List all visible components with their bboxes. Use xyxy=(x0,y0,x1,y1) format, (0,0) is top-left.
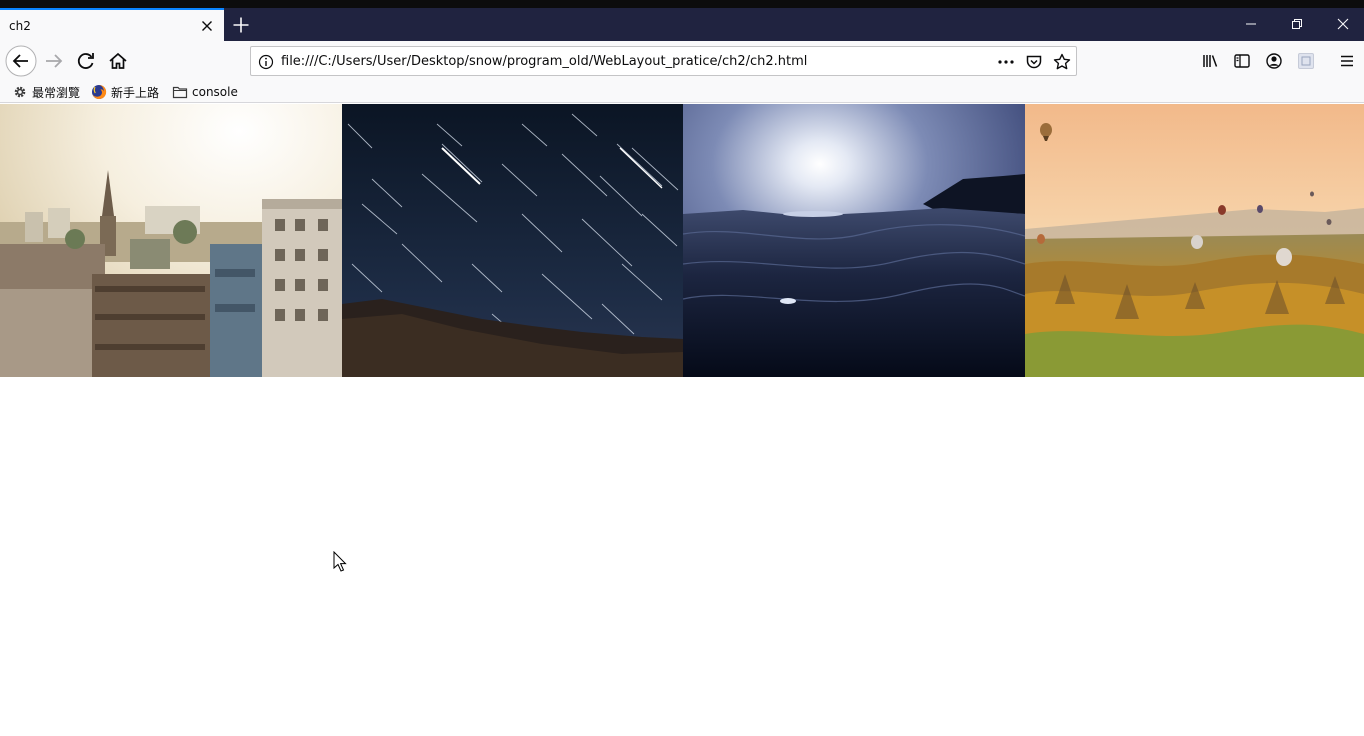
tab-bar: ch2 xyxy=(0,8,1364,41)
photo-star-trails xyxy=(342,104,683,377)
firefox-icon xyxy=(92,84,107,99)
photo-ocean-moon xyxy=(683,104,1025,377)
tab-ch2[interactable]: ch2 xyxy=(0,8,224,41)
folder-icon xyxy=(172,86,188,99)
restore-button[interactable] xyxy=(1274,8,1320,41)
minimize-button[interactable] xyxy=(1228,8,1274,41)
bookmarks-toolbar: 最常瀏覽 新手上路 console xyxy=(0,81,1364,103)
mouse-cursor-icon xyxy=(333,551,347,572)
photo-hot-air-balloons xyxy=(1025,104,1364,377)
page-actions-icon[interactable] xyxy=(996,52,1016,72)
bookmark-label: console xyxy=(192,85,238,99)
window-top-edge xyxy=(0,0,1364,8)
extension-icon[interactable] xyxy=(1296,51,1316,71)
back-arrow-icon[interactable] xyxy=(5,45,37,77)
url-text: file:///C:/Users/User/Desktop/snow/progr… xyxy=(281,54,808,69)
url-bar[interactable]: file:///C:/Users/User/Desktop/snow/progr… xyxy=(250,46,1077,76)
bookmark-label: 新手上路 xyxy=(111,85,160,100)
close-tab-icon[interactable] xyxy=(198,17,216,35)
home-icon[interactable] xyxy=(103,46,133,76)
menu-icon[interactable] xyxy=(1337,51,1357,71)
gear-icon xyxy=(14,86,26,98)
navigation-toolbar: file:///C:/Users/User/Desktop/snow/progr… xyxy=(0,41,1364,81)
bookmark-label: 最常瀏覽 xyxy=(32,85,81,100)
photo-city-skyline xyxy=(0,104,342,377)
tab-title: ch2 xyxy=(9,19,31,33)
site-info-icon[interactable] xyxy=(256,52,276,72)
account-icon[interactable] xyxy=(1264,51,1284,71)
reload-icon[interactable] xyxy=(71,46,101,76)
bookmark-getting-started[interactable]: 新手上路 xyxy=(91,83,159,101)
bookmark-most-visited[interactable]: 最常瀏覽 xyxy=(12,83,80,101)
library-icon[interactable] xyxy=(1200,51,1220,71)
new-tab-icon[interactable] xyxy=(230,14,252,36)
forward-arrow-icon[interactable] xyxy=(40,46,70,76)
sidebar-icon[interactable] xyxy=(1232,51,1252,71)
pocket-icon[interactable] xyxy=(1024,52,1044,72)
bookmark-folder-console[interactable]: console xyxy=(172,83,238,101)
bookmark-star-icon[interactable] xyxy=(1052,52,1072,72)
close-window-button[interactable] xyxy=(1320,8,1364,41)
page-content xyxy=(0,104,1364,736)
